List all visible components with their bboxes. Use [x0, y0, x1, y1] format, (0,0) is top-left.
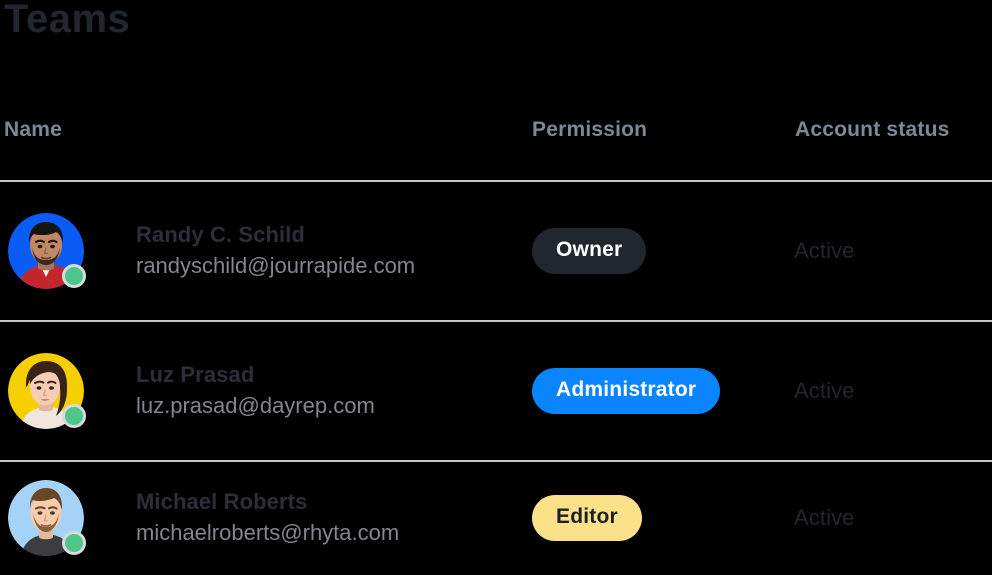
- table-row[interactable]: Michael Roberts michaelroberts@rhyta.com…: [0, 462, 992, 574]
- avatar[interactable]: [8, 353, 86, 429]
- table-row[interactable]: Randy C. Schild randyschild@jourrapide.c…: [0, 182, 992, 320]
- person-info: Randy C. Schild randyschild@jourrapide.c…: [136, 220, 415, 281]
- permission-badge[interactable]: Owner: [532, 228, 647, 274]
- account-status: Active: [794, 505, 855, 530]
- person-email: michaelroberts@rhyta.com: [136, 519, 400, 545]
- teams-table: Name Permission Account status Randy C. …: [0, 118, 992, 574]
- person-info: Michael Roberts michaelroberts@rhyta.com: [136, 487, 399, 548]
- online-status-dot: [62, 531, 86, 555]
- person-name: Randy C. Schild: [136, 222, 305, 248]
- table-row[interactable]: Luz Prasad luz.prasad@dayrep.com Adminis…: [0, 322, 992, 460]
- account-status: Active: [794, 238, 855, 263]
- permission-badge[interactable]: Editor: [532, 495, 642, 541]
- person-name: Luz Prasad: [136, 362, 255, 388]
- page-title: Teams: [4, 0, 131, 41]
- person-email: luz.prasad@dayrep.com: [136, 392, 375, 418]
- teams-page: Teams Name Permission Account status Ran…: [0, 0, 992, 575]
- person-name: Michael Roberts: [136, 489, 308, 515]
- column-header-name: Name: [4, 118, 62, 141]
- person-email: randyschild@jourrapide.com: [136, 252, 416, 278]
- online-status-dot: [62, 264, 86, 288]
- account-status: Active: [794, 378, 855, 403]
- column-header-account-status: Account status: [795, 118, 950, 141]
- avatar[interactable]: [8, 480, 86, 556]
- avatar[interactable]: [8, 213, 86, 289]
- online-status-dot: [62, 404, 86, 428]
- table-header-row: Name Permission Account status: [0, 118, 992, 180]
- permission-badge[interactable]: Administrator: [532, 368, 721, 414]
- column-header-permission: Permission: [532, 118, 648, 141]
- person-info: Luz Prasad luz.prasad@dayrep.com: [136, 360, 375, 421]
